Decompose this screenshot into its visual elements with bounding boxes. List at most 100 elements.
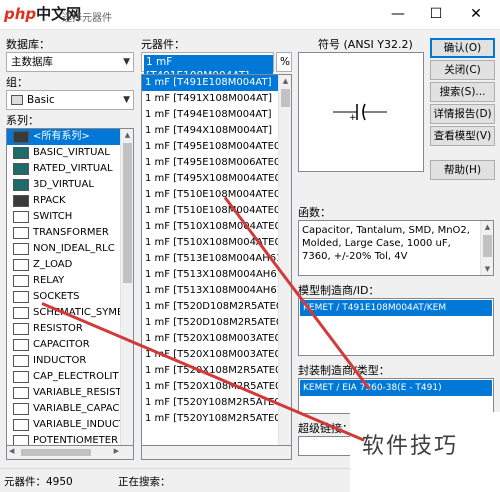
potentiometer-icon bbox=[13, 435, 29, 445]
group-label: 组： bbox=[6, 76, 28, 89]
filter-button[interactable]: % bbox=[276, 52, 292, 72]
component-item[interactable]: 1 mF [T510E108M004ATE010 bbox=[142, 187, 291, 203]
component-item[interactable]: 1 mF [T520X108M2R5ATE018 bbox=[142, 379, 291, 395]
watermark-text: 软件技巧 bbox=[362, 434, 459, 459]
scroll-right-icon[interactable]: ▶ bbox=[114, 447, 119, 455]
family-item[interactable]: RATED_VIRTUAL bbox=[7, 161, 133, 177]
family-item-label: VARIABLE_INDUCTO bbox=[33, 419, 133, 430]
switch-icon bbox=[13, 211, 29, 223]
capacitor-symbol-icon bbox=[333, 103, 387, 121]
watermark: 软件技巧 bbox=[350, 412, 500, 492]
family-item-label: RATED_VIRTUAL bbox=[33, 163, 113, 174]
component-item[interactable]: 1 mF [T520Y108M2R5ATE025 bbox=[142, 411, 291, 427]
family-item-label: CAPACITOR bbox=[33, 339, 90, 350]
rated-virtual-icon bbox=[13, 163, 29, 175]
relay-icon bbox=[13, 275, 29, 287]
footprint-mfr-list[interactable]: KEMET / EIA 7360-38(E - T491) bbox=[298, 378, 494, 414]
family-item[interactable]: BASIC_VIRTUAL bbox=[7, 145, 133, 161]
close-button[interactable]: 关闭(C) bbox=[430, 60, 495, 80]
footprint-mfr-item[interactable]: KEMET / EIA 7360-38(E - T491) bbox=[300, 380, 492, 396]
component-scrollbar[interactable]: ▲ bbox=[278, 75, 291, 445]
component-item[interactable]: 1 mF [T495E108M004ATE035 bbox=[142, 139, 291, 155]
component-item[interactable]: 1 mF [T491X108M004AT] bbox=[142, 91, 291, 107]
variable-resistor-icon bbox=[13, 387, 29, 399]
scroll-up-icon[interactable]: ▲ bbox=[121, 129, 133, 141]
inductor-icon bbox=[13, 355, 29, 367]
family-item-label: TRANSFORMER bbox=[33, 227, 109, 238]
scroll-thumb[interactable] bbox=[21, 449, 91, 456]
family-item[interactable]: INDUCTOR bbox=[7, 353, 133, 369]
scroll-down-icon[interactable]: ▼ bbox=[481, 263, 494, 275]
minimize-button[interactable]: — bbox=[378, 2, 418, 26]
component-item[interactable]: 1 mF [T510X108M004ATE010 bbox=[142, 219, 291, 235]
hyperlink-field[interactable] bbox=[298, 436, 358, 456]
component-item[interactable]: 1 mF [T520X108M003ATE015 bbox=[142, 331, 291, 347]
variable-capacitor-icon bbox=[13, 403, 29, 415]
family-item-label: SOCKETS bbox=[33, 291, 80, 302]
family-scrollbar[interactable]: ▲ bbox=[120, 129, 133, 445]
family-hscrollbar[interactable]: ◀ ▶ bbox=[6, 446, 134, 460]
family-item[interactable]: TRANSFORMER bbox=[7, 225, 133, 241]
function-scrollbar[interactable]: ▲ ▼ bbox=[480, 221, 493, 275]
scroll-thumb[interactable] bbox=[483, 235, 492, 257]
component-item[interactable]: 1 mF [T495X108M004ATE070 bbox=[142, 171, 291, 187]
family-item-label: <所有系列> bbox=[33, 131, 90, 142]
view-model-button[interactable]: 查看模型(V) bbox=[430, 126, 495, 146]
model-mfr-item[interactable]: KEMET / T491E108M004AT/KEM bbox=[300, 300, 492, 316]
scroll-up-icon[interactable]: ▲ bbox=[279, 75, 291, 87]
model-mfr-list[interactable]: KEMET / T491E108M004AT/KEM bbox=[298, 298, 494, 356]
family-item[interactable]: RELAY bbox=[7, 273, 133, 289]
component-count: 元器件：4950 bbox=[4, 476, 73, 488]
group-icon bbox=[11, 95, 23, 105]
family-item[interactable]: SWITCH bbox=[7, 209, 133, 225]
component-item[interactable]: 1 mF [T494E108M004AT] bbox=[142, 107, 291, 123]
footprint-mfr-label: 封装制造商/类型： bbox=[298, 364, 390, 377]
family-item-label: SCHEMATIC_SYMBO bbox=[33, 307, 132, 318]
component-item[interactable]: 1 mF [T491E108M004AT] bbox=[142, 75, 291, 91]
scroll-left-icon[interactable]: ◀ bbox=[9, 447, 14, 455]
family-item-label: POTENTIOMETER bbox=[33, 435, 119, 446]
capacitor-icon bbox=[13, 339, 29, 351]
family-item[interactable]: SOCKETS bbox=[7, 289, 133, 305]
component-item[interactable]: 1 mF [T510X108M004ATE023 bbox=[142, 235, 291, 251]
component-item[interactable]: 1 mF [T495E108M006ATE050 bbox=[142, 155, 291, 171]
schematic-symbol-icon bbox=[13, 307, 29, 319]
family-item[interactable]: CAPACITOR bbox=[7, 337, 133, 353]
family-item-label: INDUCTOR bbox=[33, 355, 87, 366]
component-item[interactable]: 1 mF [T494X108M004AT] bbox=[142, 123, 291, 139]
component-item[interactable]: 1 mF [T513X108M004AH6110 bbox=[142, 267, 291, 283]
family-item[interactable]: CAP_ELECTROLIT bbox=[7, 369, 133, 385]
family-list[interactable]: <所有系列> BASIC_VIRTUAL RATED_VIRTUAL 3D_VIRTU… bbox=[6, 128, 134, 446]
help-button[interactable]: 帮助(H) bbox=[430, 160, 495, 180]
family-item[interactable]: VARIABLE_CAPACITO bbox=[7, 401, 133, 417]
scroll-thumb[interactable] bbox=[281, 89, 290, 107]
ok-button[interactable]: 确认(O) bbox=[430, 38, 495, 58]
family-item[interactable]: RPACK bbox=[7, 193, 133, 209]
database-select[interactable]: 主数据库 ▼ bbox=[6, 52, 134, 72]
scroll-thumb[interactable] bbox=[123, 143, 132, 283]
maximize-button[interactable]: ☐ bbox=[416, 2, 456, 26]
family-item[interactable]: VARIABLE_INDUCTO bbox=[7, 417, 133, 433]
family-item[interactable]: VARIABLE_RESISTO bbox=[7, 385, 133, 401]
scroll-up-icon[interactable]: ▲ bbox=[481, 221, 494, 233]
family-item-label: RELAY bbox=[33, 275, 65, 286]
family-item-label: SWITCH bbox=[33, 211, 73, 222]
component-item[interactable]: 1 mF [T520D108M2R5ATE015 bbox=[142, 299, 291, 315]
family-item[interactable]: 3D_VIRTUAL bbox=[7, 177, 133, 193]
component-item[interactable]: 1 mF [T520D108M2R5ATE030 bbox=[142, 315, 291, 331]
family-item[interactable]: POTENTIOMETER bbox=[7, 433, 133, 446]
close-window-button[interactable]: ✕ bbox=[456, 2, 496, 26]
family-item-label: VARIABLE_RESISTO bbox=[33, 387, 130, 398]
component-hscrollbar[interactable] bbox=[141, 446, 292, 460]
group-select[interactable]: Basic ▼ bbox=[6, 90, 134, 110]
component-item[interactable]: 1 mF [T510E108M004ATE018 bbox=[142, 203, 291, 219]
family-item[interactable]: <所有系列> bbox=[7, 129, 133, 145]
family-item-label: 3D_VIRTUAL bbox=[33, 179, 94, 190]
family-item-label: Z_LOAD bbox=[33, 259, 73, 270]
detail-report-button[interactable]: 详情报告(D) bbox=[430, 104, 495, 124]
search-button[interactable]: 搜索(S)... bbox=[430, 82, 495, 102]
component-search-input[interactable]: 1 mF [T491E108M004AT] bbox=[141, 52, 274, 83]
family-item[interactable]: Z_LOAD bbox=[7, 257, 133, 273]
family-item[interactable]: NON_IDEAL_RLC bbox=[7, 241, 133, 257]
component-item[interactable]: 1 mF [T513X108M004AH6120 bbox=[142, 283, 291, 299]
